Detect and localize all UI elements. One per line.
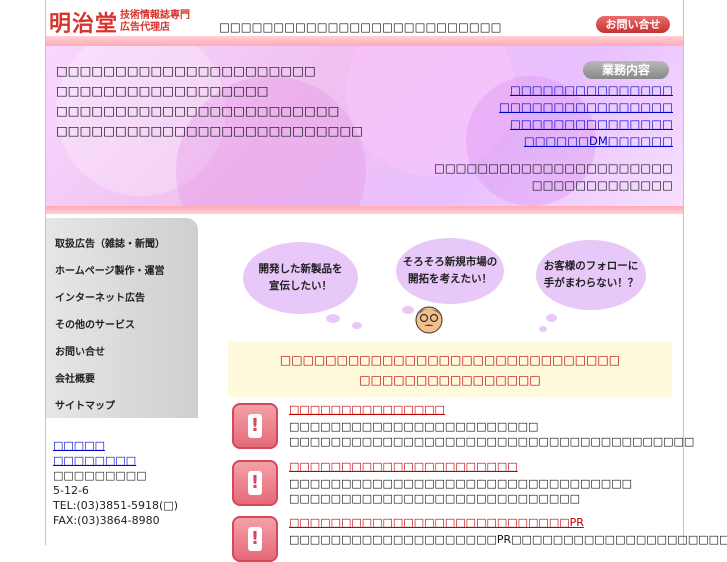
bubble-3-line1: お客様のフォローに [543,260,639,272]
character-face-icon [415,306,443,334]
bubble-2-line2: 開拓を考えたい！ [408,273,492,285]
banner-text: □□□□□□□□□□□□□□□□□□□□□□ □□□□□□□□□□□□□□□□□… [56,61,363,141]
service-link-1[interactable]: □□□□□□□□□□□□□□□ [499,82,673,99]
bubble-3-line2: 手がまわらない！？ [543,277,639,289]
alert-icon: ! [232,403,278,449]
bubble-dot [352,322,362,329]
services-list: □□□□□□□□□□□□□□□ □□□□□□□□□□□□□□□□ □□□□□□□… [499,82,673,150]
sidebar-item-sitemap[interactable]: サイトマップ [55,397,115,412]
feature-desc-1: □□□□□□□□□□□□□□□□□□□□□□□□ □□□□□□□□□□□□□□□… [289,420,695,448]
logo-main: 明治堂 [49,11,119,37]
sidebar-item-internet-ads[interactable]: インターネット広告 [55,289,145,304]
bubble-1-line1: 開発した新製品を [258,263,343,275]
banner-note-line1: □□□□□□□□□□□□□□□□□□□□□□ [433,161,673,175]
sidebar-item-company[interactable]: 会社概要 [55,370,95,385]
company-name: □□□□□□□□□ [53,469,147,482]
contact-button[interactable]: お問い合せ [596,16,670,33]
feature-desc-2: □□□□□□□□□□□□□□□□□□□□□□□□□□□□□□□□□ □□□□□□… [289,477,632,505]
feature-title-2[interactable]: □□□□□□□□□□□□□□□□□□□□□□ [289,460,518,473]
services-heading: 業務内容 [583,61,669,79]
banner-divider [46,206,683,214]
banner-line-4: □□□□□□□□□□□□□□□□□□□□□□□□□□ [56,123,364,138]
sidebar-item-other-services[interactable]: その他のサービス [55,316,135,331]
sidebar-item-homepage[interactable]: ホームページ製作・運営 [55,262,165,277]
bubble-2-line1: そろそろ新規市場の [402,256,498,268]
bubble-dot [546,314,557,322]
bubble-1-line2: 宣伝したい！ [269,280,332,292]
logo-sub-line1: 技術情報誌専門 [120,10,191,21]
company-link-2[interactable]: □□□□□□□□ [53,453,178,468]
hero-banner: □□□□□□□□□□□□□□□□□□□□□□ □□□□□□□□□□□□□□□□□… [46,46,683,206]
thought-bubble-3: お客様のフォローに 手がまわらない！？ [536,240,646,310]
logo[interactable]: 明治堂 技術情報誌専門 広告代理店 [49,6,190,38]
bubble-dot [326,314,340,323]
header: 明治堂 技術情報誌専門 広告代理店 □□□□□□□□□□□□□□□□□□□□□□… [46,0,683,38]
banner-line-1: □□□□□□□□□□□□□□□□□□□□□□ [56,63,316,78]
alert-icon: ! [232,516,278,562]
page-container: 明治堂 技術情報誌専門 広告代理店 □□□□□□□□□□□□□□□□□□□□□□… [45,0,727,562]
company-link-1[interactable]: □□□□□ [53,438,178,453]
tagline: □□□□□□□□□□□□□□□□□□□□□□□□□□ [219,20,502,34]
sidebar-item-contact[interactable]: お問い合せ [55,343,105,358]
feature-title-3[interactable]: □□□□□□□□□□□□□□□□□□□□□□□□□□□PR [289,516,584,529]
company-fax: FAX:(03)3864-8980 [53,514,160,527]
company-tel: TEL:(03)3851-5918(□) [53,499,179,512]
header-divider [46,36,683,46]
bubble-dot [539,326,547,332]
service-link-4[interactable]: □□□□□□DM□□□□□□ [499,133,673,150]
callout-line-1: □□□□□□□□□□□□□□□□□□□□□□□□□□□□□□ [279,353,621,367]
logo-sub: 技術情報誌専門 広告代理店 [120,10,190,34]
callout-box: □□□□□□□□□□□□□□□□□□□□□□□□□□□□□□ □□□□□□□□□… [228,342,672,397]
service-link-3[interactable]: □□□□□□□□□□□□□□□ [499,116,673,133]
feature-title-1[interactable]: □□□□□□□□□□□□□□□ [289,403,445,416]
alert-icon: ! [232,460,278,506]
company-address: 5-12-6 [53,484,89,497]
banner-line-2: □□□□□□□□□□□□□□□□□□ [56,83,269,98]
thought-bubble-1: 開発した新製品を 宣伝したい！ [243,242,358,314]
callout-line-2: □□□□□□□□□□□□□□□□ [359,373,541,387]
banner-note: □□□□□□□□□□□□□□□□□□□□□□ □□□□□□□□□□□□□ [434,160,673,194]
company-info: □□□□□ □□□□□□□□ □□□□□□□□□ 5-12-6 TEL:(03)… [53,438,178,528]
banner-line-3: □□□□□□□□□□□□□□□□□□□□□□□□ [56,103,340,118]
service-link-2[interactable]: □□□□□□□□□□□□□□□□ [499,99,673,116]
sidebar-nav: 取扱広告（雑誌・新聞） ホームページ製作・運営 インターネット広告 その他のサー… [46,218,198,418]
sidebar-item-ads[interactable]: 取扱広告（雑誌・新聞） [55,235,165,250]
banner-note-line2: □□□□□□□□□□□□□ [531,178,673,192]
thought-bubble-2: そろそろ新規市場の 開拓を考えたい！ [396,238,504,304]
logo-sub-line2: 広告代理店 [120,22,171,33]
